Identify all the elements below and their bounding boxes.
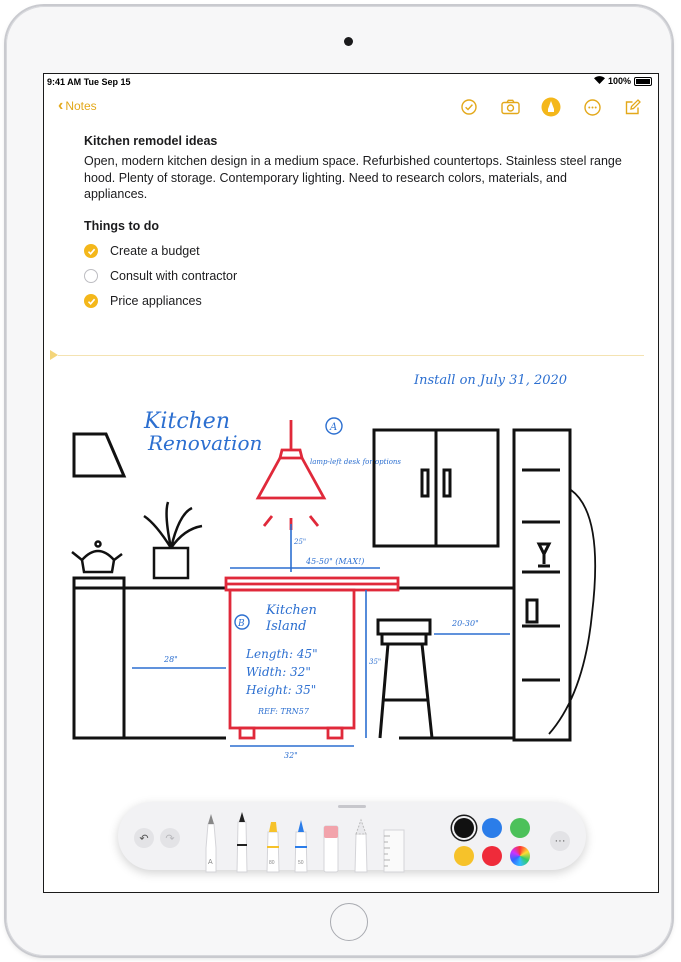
toolbar-grabber[interactable] (338, 805, 366, 808)
sketch-label: 20-30" (451, 619, 479, 628)
notes-screen: 9:41 AM Tue Sep 15 100% ‹ Notes Kitchen … (43, 73, 659, 893)
todo-item: Create a budget (84, 239, 624, 264)
todo-label: Create a budget (110, 244, 200, 258)
wifi-icon (593, 76, 605, 86)
battery-percent: 100% (607, 76, 631, 86)
checkbox-checked[interactable] (84, 244, 98, 258)
checkbox-unchecked[interactable] (84, 269, 98, 283)
redo-icon[interactable]: ↷ (160, 828, 180, 848)
upper-cabinet (372, 428, 500, 548)
lasso-tool[interactable] (354, 818, 368, 873)
drawing-tools: A 80 50 (205, 812, 405, 873)
kettle (71, 540, 123, 574)
back-button[interactable]: ‹ Notes (58, 97, 97, 114)
sketch-label: REF: TRN57 (257, 707, 310, 716)
plant (143, 501, 203, 580)
svg-text:50: 50 (298, 860, 304, 866)
todo-item: Consult with contractor (84, 264, 624, 289)
color-swatch-blue[interactable] (482, 818, 502, 838)
more-icon[interactable] (581, 96, 603, 118)
eraser-tool[interactable] (323, 825, 339, 873)
note-content[interactable]: Kitchen remodel ideas Open, modern kitch… (84, 134, 624, 314)
front-camera (344, 37, 353, 46)
svg-text:80: 80 (269, 860, 275, 866)
range-hood (72, 432, 127, 478)
todo-heading: Things to do (84, 218, 159, 233)
sketch-label: Install on July 31, 2020 (413, 373, 567, 388)
sketch-label: lamp-left desk for options (310, 458, 401, 466)
sketch-label: 35" (369, 658, 381, 666)
undo-icon[interactable]: ↶ (134, 828, 154, 848)
marker-tool[interactable]: 50 (294, 820, 308, 873)
compose-icon[interactable] (622, 96, 644, 118)
color-swatch-yellow[interactable] (454, 846, 474, 866)
note-body: Open, modern kitchen design in a medium … (84, 154, 622, 201)
pendant-lamp (255, 420, 327, 530)
color-swatch-black[interactable] (454, 818, 474, 838)
note-title: Kitchen remodel ideas (84, 134, 218, 148)
chevron-left-icon: ‹ (58, 97, 64, 114)
sketch-label: 28" (163, 655, 178, 664)
more-options-icon[interactable]: ··· (550, 831, 570, 851)
todo-label: Price appliances (110, 294, 202, 308)
drawing-region-marker (50, 350, 58, 360)
cord (548, 489, 597, 735)
sketch-label: 32" (284, 751, 298, 760)
sketch-label: B (237, 619, 245, 629)
highlighter-tool[interactable]: 80 (266, 822, 280, 873)
home-button[interactable] (330, 903, 368, 941)
sketch-label: Kitchen (265, 603, 317, 618)
sketch-label: Island (265, 619, 306, 634)
checkbox-checked[interactable] (84, 294, 98, 308)
pen-tool[interactable] (236, 812, 248, 873)
markup-pen-icon[interactable] (540, 96, 562, 118)
ruler-tool[interactable] (383, 829, 405, 873)
kitchen-sketch[interactable]: Kitchen Renovation Install on July 31, 2… (44, 364, 658, 784)
sketch-label: A (329, 422, 337, 433)
battery-icon (634, 76, 652, 86)
todo-label: Consult with contractor (110, 269, 238, 283)
drawing-divider (58, 355, 644, 356)
sketch-label: 25" (293, 538, 306, 546)
camera-icon[interactable] (499, 96, 521, 118)
navigation-bar: ‹ Notes (44, 96, 658, 120)
sketch-label: Length: 45" (245, 647, 318, 661)
back-label: Notes (65, 99, 97, 113)
sketch-label: Renovation (147, 431, 262, 455)
sketch-label: Height: 35" (245, 683, 316, 697)
status-bar: 9:41 AM Tue Sep 15 100% (44, 74, 658, 90)
color-swatch-green[interactable] (510, 818, 530, 838)
sketch-label: 45-50" (MAX!) (305, 557, 364, 566)
sketch-label: Width: 32" (246, 665, 311, 679)
checklist-icon[interactable] (458, 96, 480, 118)
stool (376, 618, 434, 739)
status-time: 9:41 AM (47, 77, 82, 87)
pencil-tool[interactable]: A (205, 814, 217, 873)
todo-item: Price appliances (84, 289, 624, 314)
tall-cabinet (512, 428, 572, 742)
color-picker-multicolor[interactable] (510, 846, 530, 866)
status-date: Tue Sep 15 (83, 77, 131, 87)
svg-text:A: A (208, 859, 213, 866)
color-swatch-red[interactable] (482, 846, 502, 866)
